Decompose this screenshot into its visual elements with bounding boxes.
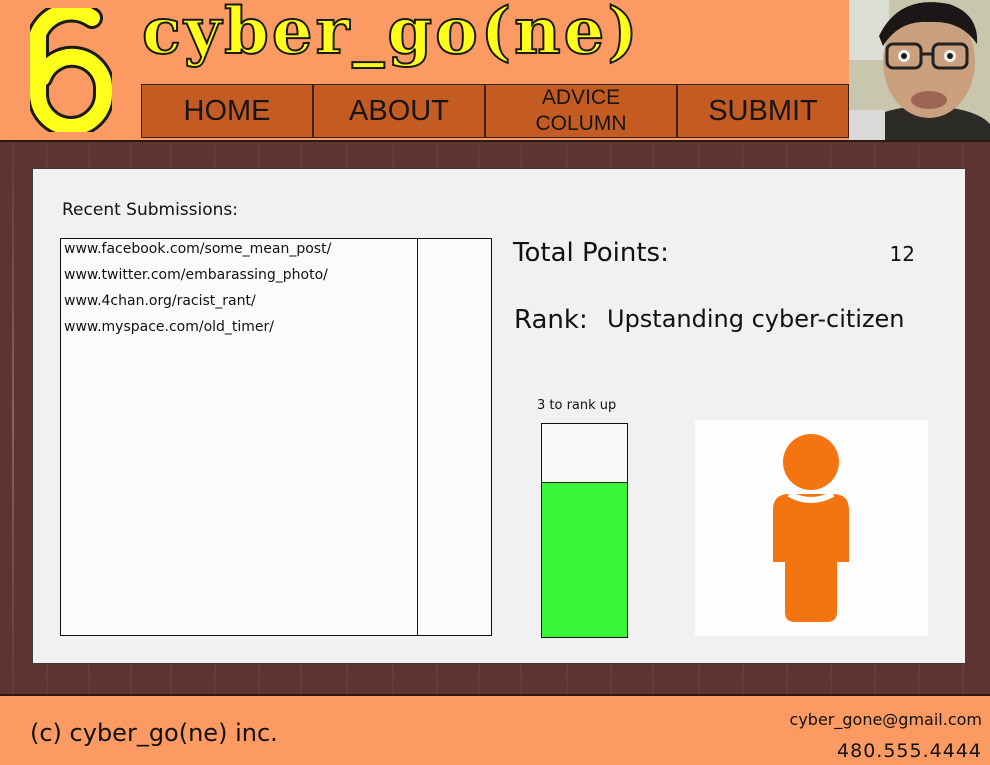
main-nav: HOME ABOUT ADVICE COLUMN SUBMIT: [141, 84, 849, 138]
six-icon[interactable]: [30, 8, 112, 132]
nav-advice-column[interactable]: ADVICE COLUMN: [485, 84, 677, 138]
nav-submit[interactable]: SUBMIT: [677, 84, 849, 138]
contact-phone: 480.555.4444: [837, 740, 982, 762]
submission-link[interactable]: www.facebook.com/some_mean_post/: [64, 241, 331, 257]
copyright-text: (c) cyber_go(ne) inc.: [30, 719, 278, 747]
avatar-face-image: [849, 0, 990, 140]
nav-about[interactable]: ABOUT: [313, 84, 485, 138]
site-header: cyber_go(ne) HOME ABOUT ADVICE COLUMN SU…: [0, 0, 990, 142]
total-points-value: 12: [889, 242, 915, 266]
user-avatar-photo[interactable]: [849, 0, 990, 140]
recent-submissions-label: Recent Submissions:: [62, 200, 238, 220]
rank-value: Upstanding cyber-citizen: [607, 305, 905, 333]
submissions-list[interactable]: www.facebook.com/some_mean_post/ www.twi…: [60, 238, 492, 636]
submission-link[interactable]: www.4chan.org/racist_rant/: [64, 293, 256, 309]
list-column-divider: [417, 239, 418, 635]
site-footer: (c) cyber_go(ne) inc. cyber_gone@gmail.c…: [0, 694, 990, 765]
contact-email[interactable]: cyber_gone@gmail.com: [790, 710, 982, 729]
site-title: cyber_go(ne): [141, 0, 641, 70]
person-icon: [773, 434, 849, 622]
nav-home[interactable]: HOME: [141, 84, 313, 138]
submission-link[interactable]: www.myspace.com/old_timer/: [64, 319, 274, 335]
rank-label: Rank:: [514, 305, 588, 335]
rank-progress-fill: [542, 481, 627, 637]
submission-link[interactable]: www.twitter.com/embarassing_photo/: [64, 267, 328, 283]
rank-figure-card: [695, 420, 928, 636]
rank-progress-bar: [541, 423, 628, 638]
total-points-label: Total Points:: [513, 238, 669, 268]
rank-up-label: 3 to rank up: [537, 398, 617, 413]
